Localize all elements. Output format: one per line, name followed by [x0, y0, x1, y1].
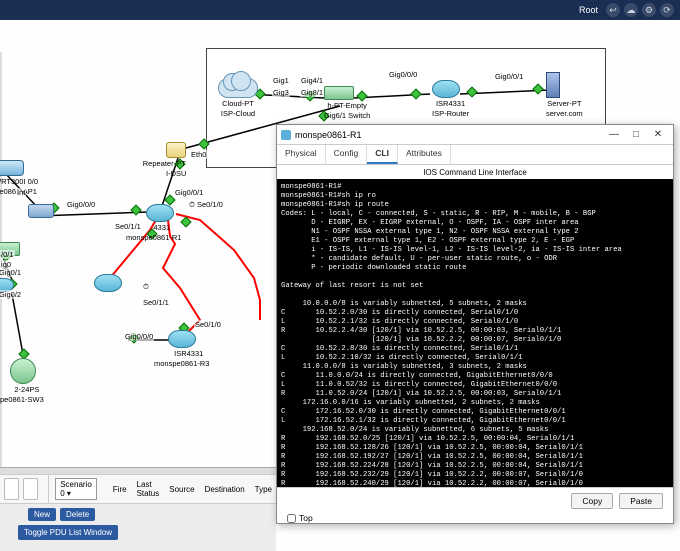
window-icon [281, 130, 291, 140]
maximize-button[interactable]: □ [625, 127, 647, 143]
copy-button[interactable]: Copy [571, 493, 613, 509]
packet-tracer-topbar: Root ↩ ☁ ⚙ ⟳ [0, 0, 680, 20]
close-button[interactable]: ✕ [647, 127, 669, 143]
lbl-r1-clk: ⏱ [188, 200, 196, 210]
window-titlebar[interactable]: monspe0861-R1 — □ ✕ [277, 125, 673, 145]
col-source: Source [169, 485, 194, 494]
scenario-select[interactable]: Scenario 0 ▾ [55, 478, 97, 500]
lbl-rep-eth0: Eth0 [190, 150, 207, 159]
top-checkbox[interactable] [287, 514, 296, 523]
lbl-r3-se010: Se0/1/0 [194, 320, 222, 329]
tab-config[interactable]: Config [326, 145, 368, 164]
simulation-panel: Scenario 0 ▾ Fire Last Status Source Des… [0, 467, 276, 551]
device-r1[interactable]: 4331 monspe0861-R1 [146, 204, 181, 243]
topbar-icon-2[interactable]: ☁ [624, 3, 638, 17]
device-cloud[interactable]: Cloud-PT ISP-Cloud [218, 78, 258, 119]
lbl-sliceig0: ig0 [0, 260, 12, 269]
lbl-sw-g01: Gig0/1 [0, 268, 22, 277]
device-hpt-switch[interactable]: h-PT-Empty Gig6/1 Switch [324, 86, 370, 121]
lbl-ap-g000: Gig0/0/0 [66, 200, 96, 209]
lbl-r3-se011: Se0/1/1 [142, 298, 170, 307]
lbl-gig41: Gig4/1 [300, 76, 324, 85]
root-label[interactable]: Root [579, 5, 598, 15]
new-button[interactable]: New [28, 508, 56, 521]
tool-icon-1[interactable] [4, 478, 19, 500]
col-type: Type [255, 485, 272, 494]
device-sw3[interactable]: 2-24PS pe0861-SW3 [10, 358, 44, 405]
tab-physical[interactable]: Physical [277, 145, 326, 164]
window-title: monspe0861-R1 [295, 130, 603, 140]
tool-icon-2[interactable] [23, 478, 38, 500]
col-fire: Fire [113, 485, 127, 494]
device-cli-window[interactable]: monspe0861-R1 — □ ✕ Physical Config CLI … [276, 124, 674, 524]
topbar-icon-4[interactable]: ⟳ [660, 3, 674, 17]
lbl-r1-se011: Se0/1/1 [114, 222, 142, 231]
toggle-pdu-button[interactable]: Toggle PDU List Window [18, 525, 118, 540]
device-mid-router[interactable] [94, 274, 122, 292]
delete-button[interactable]: Delete [60, 508, 95, 521]
topbar-icon-1[interactable]: ↩ [606, 3, 620, 17]
device-ap[interactable] [28, 204, 54, 218]
lbl-r3-g000: Gig0/0/0 [124, 332, 154, 341]
minimize-button[interactable]: — [603, 127, 625, 143]
tab-cli[interactable]: CLI [367, 145, 398, 164]
topbar-icon-3[interactable]: ⚙ [642, 3, 656, 17]
device-isp-router[interactable]: ISR4331 ISP-Router [432, 80, 469, 119]
device-r3[interactable]: ISR4331 monspe0861-R3 [168, 330, 209, 369]
lbl-r1-g001: Gig0/0/1 [174, 188, 204, 197]
lbl-sw-g02: Gig0/2 [0, 290, 22, 299]
lbl-gig81: Gig8/1 [300, 88, 324, 97]
tab-attributes[interactable]: Attributes [398, 145, 451, 164]
lbl-clk2: ⏱ [142, 282, 150, 292]
paste-button[interactable]: Paste [619, 493, 663, 509]
col-dest: Destination [205, 485, 245, 494]
lbl-ap-int: Int [16, 188, 26, 197]
device-tabs: Physical Config CLI Attributes [277, 145, 673, 165]
lbl-g001-srv: Gig0/0/1 [494, 72, 524, 81]
cli-subheader: IOS Command Line Interface [277, 165, 673, 179]
cli-terminal[interactable]: monspe0861-R1# monspe0861-R1#sh ip ro mo… [277, 179, 673, 487]
lbl-gig1: Gig1 [272, 76, 290, 85]
col-last: Last Status [137, 480, 160, 498]
device-repeater[interactable]: Repeater-PT I-DSU [166, 142, 186, 179]
lbl-r1-se010: Se0/1/0 [196, 200, 224, 209]
lbl-slice01: /0/1 [0, 250, 15, 259]
lbl-g000-isp: Gig0/0/0 [388, 70, 418, 79]
device-server[interactable]: Server-PT server.com [546, 72, 583, 119]
top-label: Top [299, 513, 313, 523]
lbl-gig3: Gig3 [272, 88, 290, 97]
